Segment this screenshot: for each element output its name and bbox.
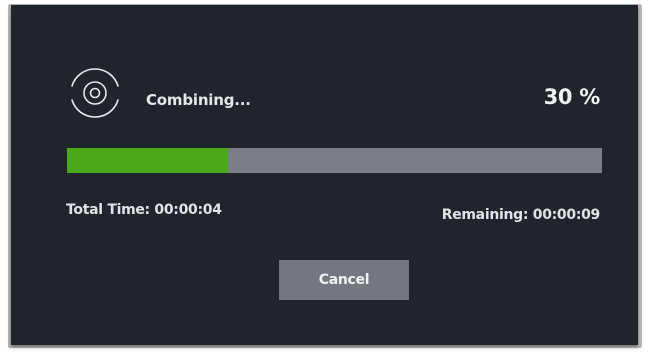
progress-percent: 30 % <box>543 85 601 109</box>
disc-spinner-icon <box>71 68 119 118</box>
remaining-time-label: Remaining: 00:00:09 <box>441 207 601 223</box>
total-time-label: Total Time: 00:00:04 <box>66 202 222 218</box>
cancel-button[interactable]: Cancel <box>279 260 409 300</box>
progress-dialog: Combining... 30 % Total Time: 00:00:04 R… <box>11 5 638 345</box>
progress-bar <box>67 148 602 173</box>
progress-fill <box>67 148 228 173</box>
status-label: Combining... <box>146 91 251 109</box>
